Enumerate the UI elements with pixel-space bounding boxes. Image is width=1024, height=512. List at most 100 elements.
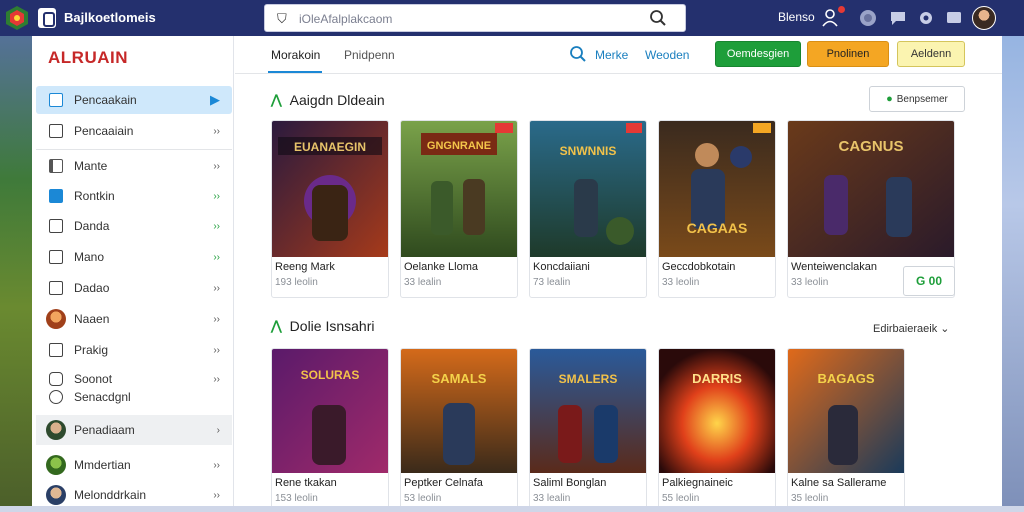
cover-title: BAGAGS [817,371,874,386]
sidebar: ALRUAIN Pencaakain ▶ Pencaaiain ›› Mante… [32,36,234,512]
game-title: Oelanke Lloma [404,261,478,273]
green-action-button[interactable]: Oemdesgien [715,41,801,67]
section-title-text: Dolie Isnsahri [289,318,375,334]
shield-icon: ⛉ [277,11,287,26]
tab-morakoin[interactable]: Morakoin [271,48,320,62]
sidebar-item-label: Pencaakain [74,93,137,107]
active-tab-indicator [268,71,322,73]
game-card[interactable]: SMALERS Saliml Bonglan 33 lealin [529,348,647,512]
doc-icon [49,124,63,138]
chevron-right-icon: ›› [213,344,220,356]
game-subtitle: 33 leolin [662,277,700,288]
game-cover: BAGAGS [788,349,904,473]
sidebar-item-13[interactable]: Melonddrkain ›› [36,481,232,509]
sidebar-item-3[interactable]: Rontkin ›› [36,182,232,210]
site-name: Bajlkoetlomeis [64,10,156,25]
chevron-right-icon: ›› [213,220,220,232]
game-cover: SMALERS [530,349,646,473]
game-card[interactable]: SNWNNIS Koncdaiiani 73 lealin [529,120,647,298]
game-card[interactable]: DARRIS Palkiegnaineic 55 leolin [658,348,776,512]
cover-title: CAGNUS [838,138,903,155]
sidebar-item-5[interactable]: Mano ›› [36,243,232,271]
section-title-text: Aaigdn Dldeain [289,92,385,108]
search-icon[interactable] [569,45,587,63]
game-card[interactable]: SOLURAS Rene tkakan 153 leolin [271,348,389,512]
main-content: Morakoin Pnidpenn Merke Weoden Oemdesgie… [235,36,1002,512]
game-title: Kalne sa Sallerame [791,477,887,489]
section-action-button[interactable]: ● Benpsemer [869,86,965,112]
sidebar-item-10[interactable]: Senacdgnl [36,383,232,411]
person-icon[interactable] [820,8,840,28]
game-title: Peptker Celnafa [404,477,483,489]
cover-title: SOLURAS [301,368,360,382]
game-card[interactable]: CAGAAS Geccdobkotain 33 leolin [658,120,776,298]
sidebar-item-8[interactable]: Prakig ›› [36,336,232,364]
tab-pnidpenn[interactable]: Pnidpenn [344,48,395,62]
game-subtitle: 55 leolin [662,493,700,504]
sidebar-item-label: Mmdertian [74,458,131,472]
yellow-action-button[interactable]: Aeldenn [897,41,965,67]
link-merke[interactable]: Merke [595,48,628,62]
top-account-label[interactable]: Blenso [778,10,815,24]
chevron-right-icon: ›› [213,459,220,471]
sidebar-item-6[interactable]: Dadao ›› [36,274,232,302]
sidebar-item-2[interactable]: Mante ›› [36,152,232,180]
page-icon [49,93,63,107]
section-title-2: ⋀ Dolie Isnsahri [271,318,375,334]
chat-icon[interactable] [888,8,908,28]
search-icon[interactable] [649,9,667,27]
cover-title: SMALERS [559,372,618,386]
game-card[interactable]: EUANAEGIN Reeng Mark 193 leolin [271,120,389,298]
sidebar-item-4[interactable]: Danda ›› [36,212,232,240]
sort-dropdown[interactable]: Edirbaieraeik ⌄ [873,322,949,335]
sidebar-item-label: Dadao [74,281,110,295]
url-bar[interactable]: ⛉ iOleAfalplakcaom [264,4,686,32]
chevron-right-icon: ›› [213,125,220,137]
sidebar-item-7[interactable]: Naaen ›› [36,305,232,333]
sidebar-item-12[interactable]: Mmdertian ›› [36,451,232,479]
orange-action-button[interactable]: Pnolinen [807,41,889,67]
list-icon [49,159,63,173]
user-avatar[interactable] [972,6,996,30]
game-cover: DARRIS [659,349,775,473]
price-tag-button[interactable]: G 00 [903,266,955,296]
section-action-label: Benpsemer [896,93,948,105]
app-logo-icon[interactable] [4,4,30,32]
sidebar-item-0[interactable]: Pencaakain ▶ [36,86,232,114]
sort-label: Edirbaieraeik [873,323,938,335]
cover-title: SNWNNIS [560,144,617,158]
avatar [46,455,66,475]
game-card[interactable]: SAMALS Peptker Celnafa 53 leolin [400,348,518,512]
link-weoden[interactable]: Weoden [645,48,689,62]
sidebar-item-label: Penadiaam [74,423,135,437]
game-card[interactable]: BAGAGS Kalne sa Sallerame 35 leolin [787,348,905,512]
sidebar-item-label: Pencaaiain [74,124,134,138]
box-icon [49,281,63,295]
chevron-right-icon: ›› [213,282,220,294]
message-icon[interactable] [944,8,964,28]
avatar [46,309,66,329]
background-art-right [1002,0,1024,512]
game-cover: SAMALS [401,349,517,473]
brand-logo[interactable]: ALRUAIN [48,48,128,68]
cover-title: EUANAEGIN [294,140,366,154]
sidebar-item-label: Rontkin [74,189,115,203]
play-arrow-icon: ▶ [210,92,220,107]
sidebar-divider [36,149,232,150]
cover-title: GNGNRANE [427,140,491,152]
doc-icon [49,219,63,233]
sidebar-item-11[interactable]: Penadiaam › [36,415,232,445]
globe-icon[interactable] [858,8,878,28]
chevron-right-icon: ›› [213,489,220,501]
sidebar-item-label: Mano [74,250,105,264]
app-window: ALRUAIN Pencaakain ▶ Pencaaiain ›› Mante… [32,36,1002,512]
settings-icon[interactable] [916,8,936,28]
sidebar-item-1[interactable]: Pencaaiain ›› [36,117,232,145]
game-title: Reeng Mark [275,261,335,273]
game-card[interactable]: GNGNRANE Oelanke Lloma 33 lealin [400,120,518,298]
game-subtitle: 193 leolin [275,277,318,288]
url-text: iOleAfalplakcaom [299,12,393,26]
circle-icon [49,390,63,404]
background-art-left [0,0,32,512]
caret-up-icon: ⋀ [271,92,282,107]
